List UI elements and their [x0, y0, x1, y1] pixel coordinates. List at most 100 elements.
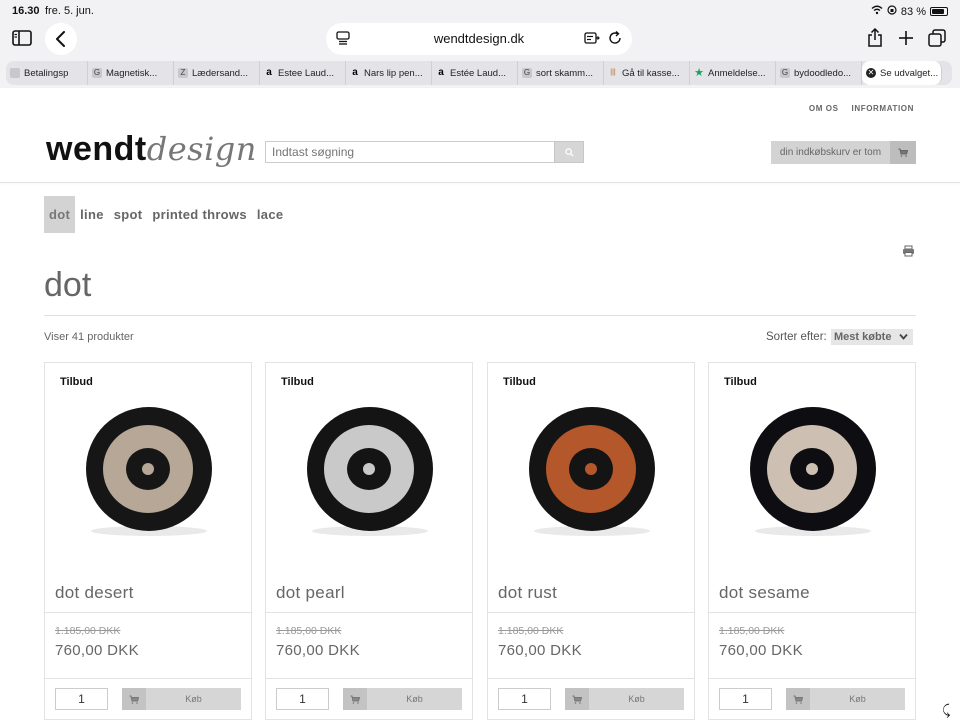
- site-logo[interactable]: wendtdesign: [46, 130, 257, 169]
- cart-button[interactable]: din indkøbskurv er tom: [771, 141, 916, 164]
- card-divider: [709, 678, 915, 679]
- old-price: 1.185,00 DKK: [55, 625, 121, 637]
- sale-badge: Tilbud: [60, 376, 93, 388]
- amazon-icon: a: [438, 67, 444, 78]
- product-card[interactable]: Tilbud dot sesame 1.185,00 DKK 760,00 DKK Kø…: [708, 362, 916, 720]
- status-time: 16.30: [12, 5, 40, 17]
- old-price: 1.185,00 DKK: [498, 625, 564, 637]
- browser-tab-label: Gå til kasse...: [622, 67, 680, 79]
- top-links: OM OS INFORMATION: [809, 104, 914, 113]
- back-button[interactable]: [45, 23, 77, 55]
- buy-label: Køb: [406, 694, 423, 704]
- cart-icon: [565, 688, 589, 710]
- browser-tab[interactable]: ✕ Se udvalget...: [862, 61, 942, 85]
- sale-price: 760,00 DKK: [276, 642, 360, 659]
- browser-tab[interactable]: Gsort skamm...: [518, 61, 604, 85]
- doc-icon: [10, 68, 20, 78]
- sale-price: 760,00 DKK: [719, 642, 803, 659]
- logo-wendt: wendt: [46, 130, 147, 168]
- product-name[interactable]: dot desert: [55, 583, 134, 603]
- cart-icon: [786, 688, 810, 710]
- browser-tab[interactable]: ||| Gå til kasse...: [604, 61, 690, 85]
- old-price: 1.185,00 DKK: [719, 625, 785, 637]
- title-divider: [44, 315, 916, 316]
- card-divider: [45, 612, 251, 613]
- wifi-icon: [871, 5, 883, 18]
- print-icon[interactable]: [902, 244, 915, 262]
- cart-icon: [890, 141, 916, 164]
- category-dot[interactable]: dot: [44, 196, 76, 233]
- close-icon[interactable]: ✕: [866, 68, 876, 78]
- link-om-os[interactable]: OM OS: [809, 104, 839, 113]
- browser-tab[interactable]: ★ Anmeldelse...: [690, 61, 776, 85]
- old-price: 1.185,00 DKK: [276, 625, 342, 637]
- category-line[interactable]: line: [75, 196, 109, 233]
- buy-label: Køb: [849, 694, 866, 704]
- search-button[interactable]: [554, 141, 584, 163]
- card-divider: [488, 678, 694, 679]
- browser-tab[interactable]: a Estée Laud...: [432, 61, 518, 85]
- link-information[interactable]: INFORMATION: [852, 104, 914, 113]
- product-image[interactable]: [290, 399, 450, 539]
- product-card[interactable]: Tilbud dot pearl 1.185,00 DKK 760,00 DKK Køb: [265, 362, 473, 720]
- browser-tab-label: Estee Laud...: [278, 67, 334, 79]
- buy-button[interactable]: Køb: [565, 688, 684, 710]
- battery-level: [932, 9, 944, 14]
- tab-bar: Betalingsp G Magnetisk... Z Lædersand... a Est…: [0, 58, 960, 88]
- amazon-icon: a: [266, 67, 272, 78]
- share-icon[interactable]: [861, 24, 889, 52]
- browser-tab-label: bydoodledo...: [794, 67, 852, 79]
- product-name[interactable]: dot sesame: [719, 583, 810, 603]
- product-count: Viser 41 produkter: [44, 331, 134, 343]
- sidebar-toggle-icon[interactable]: [8, 24, 36, 52]
- g-icon: G: [522, 68, 532, 78]
- g-icon: G: [92, 68, 102, 78]
- bars-icon: |||: [610, 69, 616, 76]
- browser-tab[interactable]: a Nars lip pen...: [346, 61, 432, 85]
- product-image[interactable]: [69, 399, 229, 539]
- product-card[interactable]: Tilbud dot rust 1.185,00 DKK 760,00 DKK Køb: [487, 362, 695, 720]
- search-input[interactable]: [265, 141, 555, 163]
- card-divider: [266, 678, 472, 679]
- tab-overview-icon[interactable]: [923, 24, 951, 52]
- buy-button[interactable]: Køb: [786, 688, 905, 710]
- product-name[interactable]: dot rust: [498, 583, 557, 603]
- product-image[interactable]: [512, 399, 672, 539]
- tab-strip: Betalingsp G Magnetisk... Z Lædersand... a Est…: [6, 61, 952, 85]
- quantity-input[interactable]: [55, 688, 108, 710]
- sort-select[interactable]: Mest købte: [831, 329, 913, 345]
- browser-tab[interactable]: Z Lædersand...: [174, 61, 260, 85]
- card-divider: [709, 612, 915, 613]
- buy-button[interactable]: Køb: [122, 688, 241, 710]
- new-tab-icon[interactable]: [892, 24, 920, 52]
- browser-tab[interactable]: a Estee Laud...: [260, 61, 346, 85]
- product-name[interactable]: dot pearl: [276, 583, 345, 603]
- browser-tab-label: Anmeldelse...: [708, 67, 766, 79]
- cart-icon: [122, 688, 146, 710]
- quantity-input[interactable]: [498, 688, 551, 710]
- category-printed-throws[interactable]: printed throws: [147, 196, 251, 233]
- reload-icon[interactable]: [608, 30, 622, 50]
- browser-tab[interactable]: G Magnetisk...: [88, 61, 174, 85]
- buy-button[interactable]: Køb: [343, 688, 462, 710]
- browser-tab[interactable]: Betalingsp: [6, 61, 88, 85]
- page-title: dot: [44, 266, 92, 304]
- battery-icon: [930, 7, 948, 16]
- quantity-input[interactable]: [719, 688, 772, 710]
- card-divider: [45, 678, 251, 679]
- sale-badge: Tilbud: [724, 376, 757, 388]
- product-image[interactable]: [733, 399, 893, 539]
- amazon-icon: a: [352, 67, 358, 78]
- status-bar: 16.30 fre. 5. jun. 83 %: [0, 0, 960, 22]
- category-lace[interactable]: lace: [252, 196, 289, 233]
- product-card[interactable]: Tilbud dot desert 1.185,00 DKK 760,00 DKK Kø…: [44, 362, 252, 720]
- browser-tab[interactable]: Gbydoodledo...: [776, 61, 862, 85]
- reader-mode-icon[interactable]: [584, 31, 600, 50]
- zara-icon: Z: [178, 68, 188, 78]
- address-bar[interactable]: wendtdesign.dk: [326, 23, 632, 55]
- category-spot[interactable]: spot: [109, 196, 148, 233]
- chevron-down-icon: [899, 333, 908, 340]
- quantity-input[interactable]: [276, 688, 329, 710]
- browser-toolbar: wendtdesign.dk: [0, 22, 960, 58]
- sale-price: 760,00 DKK: [498, 642, 582, 659]
